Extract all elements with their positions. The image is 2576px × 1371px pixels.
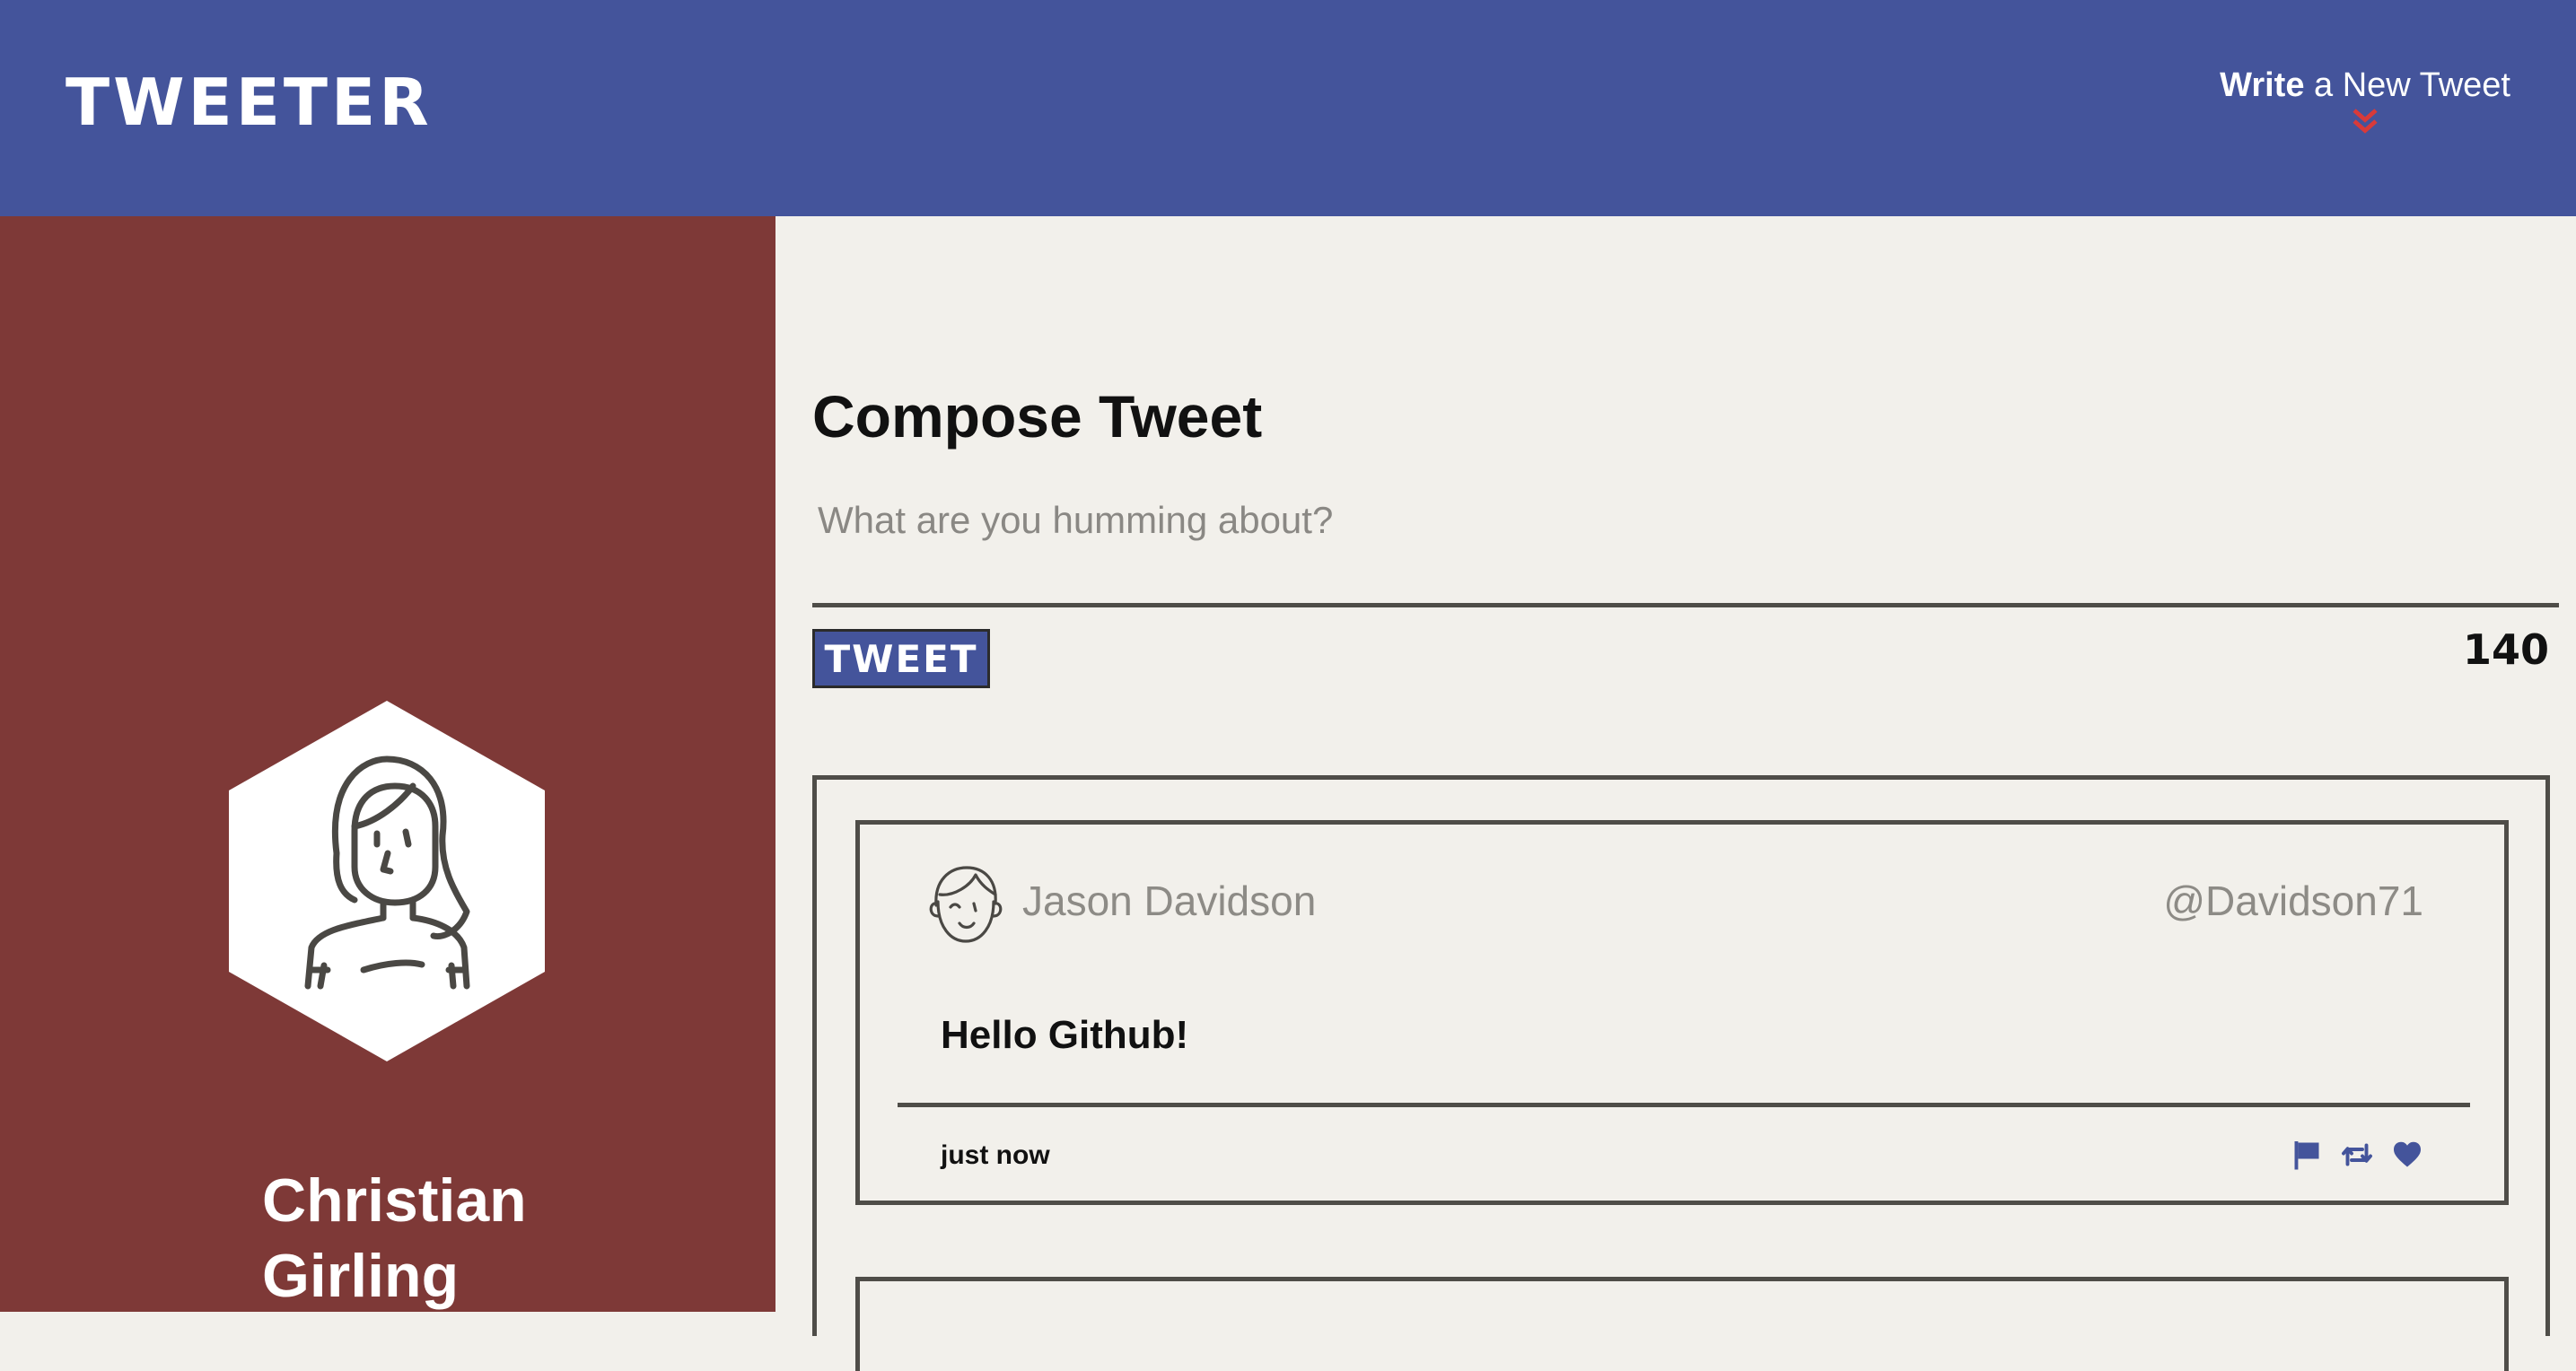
main-content: Compose Tweet TWEET 140 Jason Davidson @…: [775, 216, 2576, 1371]
heart-icon[interactable]: [2391, 1139, 2423, 1171]
character-counter: 140: [2462, 625, 2549, 674]
double-chevron-down-icon: [2353, 109, 2378, 134]
tweet-card-next: [855, 1277, 2509, 1371]
compose-title: Compose Tweet: [812, 383, 1263, 450]
tweet-actions: [2291, 1139, 2423, 1171]
tweet-timestamp: just now: [941, 1140, 1050, 1170]
write-new-tweet-link[interactable]: Write a New Tweet: [2220, 66, 2510, 137]
top-nav: TWEETER Write a New Tweet: [0, 0, 2576, 216]
tweet-divider: [898, 1103, 2470, 1107]
tweet-submit-button[interactable]: TWEET: [812, 629, 990, 688]
brand-logo: TWEETER: [66, 65, 433, 140]
write-link-strong: Write: [2220, 66, 2305, 104]
write-link-rest: a New Tweet: [2304, 66, 2510, 104]
winking-man-avatar-icon: [929, 866, 1003, 943]
tweet-content: Hello Github!: [941, 1013, 1189, 1057]
profile-user-name: Christian Girling: [262, 1166, 527, 1310]
tweets-container: Jason Davidson @Davidson71 Hello Github!…: [812, 775, 2550, 1371]
tweet-textarea[interactable]: [812, 499, 2559, 607]
tweet-card: Jason Davidson @Davidson71 Hello Github!…: [855, 820, 2509, 1205]
woman-avatar-icon: [229, 701, 545, 1061]
retweet-icon[interactable]: [2341, 1139, 2373, 1171]
profile-sidebar: Christian Girling: [0, 216, 775, 1312]
flag-icon[interactable]: [2291, 1139, 2323, 1171]
tweet-author-name: Jason Davidson: [1022, 878, 1317, 924]
tweet-author-handle: @Davidson71: [2163, 878, 2423, 924]
